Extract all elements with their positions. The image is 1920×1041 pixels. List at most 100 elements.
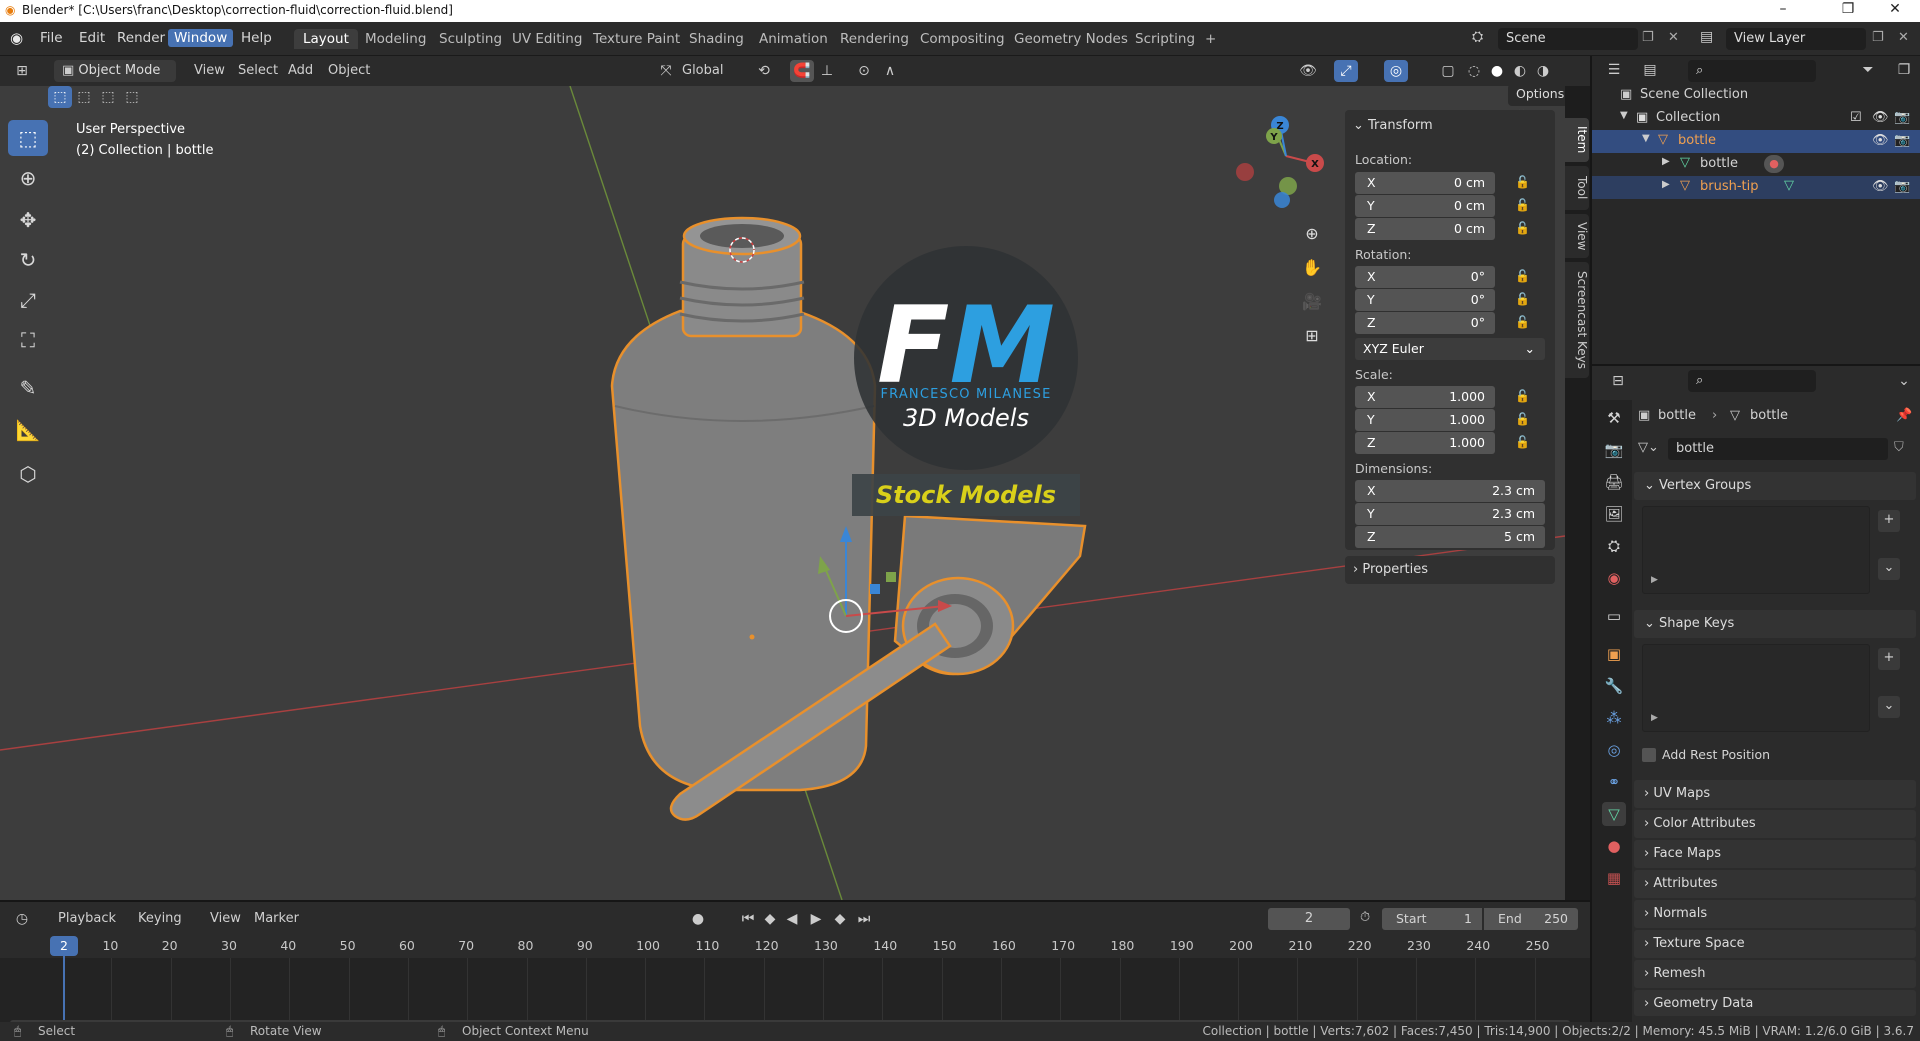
material-properties-icon[interactable]: ● bbox=[1602, 834, 1626, 858]
filter-icon[interactable]: ⏷ bbox=[1856, 59, 1880, 81]
jump-end-icon[interactable]: ⏭ bbox=[852, 908, 876, 930]
transform-tool-icon[interactable]: ⛶ bbox=[8, 322, 48, 358]
uv-maps-section[interactable]: › UV Maps bbox=[1634, 780, 1916, 808]
delete-scene-icon[interactable]: ✕ bbox=[1668, 30, 1679, 45]
geometry-data-section[interactable]: › Geometry Data bbox=[1634, 990, 1916, 1016]
rendered-shading-icon[interactable]: ◑ bbox=[1531, 60, 1555, 82]
world-properties-icon[interactable]: ◉ bbox=[1602, 566, 1626, 590]
outliner-row-brush-tip[interactable]: ▶ ▽ brush-tip ▽ 👁 📷 bbox=[1592, 176, 1920, 199]
expand-arrow-icon[interactable]: ▼ bbox=[1620, 110, 1628, 121]
camera-icon[interactable]: 📷 bbox=[1894, 179, 1910, 194]
tab-item[interactable]: Item bbox=[1565, 118, 1589, 162]
checkbox-icon[interactable]: ☑ bbox=[1850, 110, 1862, 125]
zoom-icon[interactable]: ⊕ bbox=[1298, 220, 1326, 248]
transform-section-header[interactable]: ⌄ Transform bbox=[1353, 118, 1433, 133]
add-shape-key-button[interactable]: + bbox=[1878, 648, 1900, 670]
jump-keyframe-back-icon[interactable]: ◆ bbox=[758, 908, 782, 930]
maximize-button[interactable]: ❐ bbox=[1825, 1, 1871, 17]
object-menu[interactable]: Object bbox=[320, 60, 378, 82]
timeline-track-area[interactable] bbox=[0, 958, 1590, 1028]
mesh-data-name-field[interactable]: bottle bbox=[1668, 438, 1888, 460]
jump-start-icon[interactable]: ⏮ bbox=[736, 908, 760, 930]
outliner-row-scene-collection[interactable]: ▣ Scene Collection bbox=[1592, 84, 1920, 107]
dimensions-x-field[interactable]: X 2.3 cm bbox=[1355, 480, 1545, 502]
new-collection-icon[interactable]: ❐ bbox=[1892, 59, 1916, 81]
select-menu[interactable]: Select bbox=[230, 60, 286, 82]
move-tool-icon[interactable]: ✥ bbox=[8, 202, 48, 238]
modifier-properties-icon[interactable]: 🔧 bbox=[1602, 674, 1626, 698]
menu-edit[interactable]: Edit bbox=[73, 29, 111, 47]
minimize-button[interactable]: – bbox=[1760, 1, 1806, 17]
face-maps-section[interactable]: › Face Maps bbox=[1634, 840, 1916, 868]
tab-tool[interactable]: Tool bbox=[1565, 166, 1589, 210]
shape-keys-list[interactable]: ▶ bbox=[1642, 644, 1870, 732]
end-frame-field[interactable]: End 250 bbox=[1484, 908, 1578, 930]
shape-keys-section[interactable]: ⌄ Shape Keys bbox=[1634, 610, 1916, 638]
properties-editor-icon[interactable]: ⊟ bbox=[1606, 370, 1630, 392]
cursor-tool-icon[interactable]: ⊕ bbox=[8, 160, 48, 196]
tab-uv-editing[interactable]: UV Editing bbox=[503, 29, 591, 49]
add-menu[interactable]: Add bbox=[280, 60, 321, 82]
dimensions-y-field[interactable]: Y 2.3 cm bbox=[1355, 503, 1545, 525]
tab-texture-paint[interactable]: Texture Paint bbox=[584, 29, 689, 49]
add-cube-tool-icon[interactable]: ⬡ bbox=[8, 456, 48, 492]
chevron-down-icon[interactable]: ⌄ bbox=[1878, 558, 1900, 580]
current-frame-field[interactable]: 2 bbox=[1268, 908, 1350, 930]
visibility-icon[interactable]: 👁 bbox=[1296, 60, 1320, 82]
camera-view-icon[interactable]: 🎥 bbox=[1298, 288, 1326, 316]
stopwatch-icon[interactable]: ⏱ bbox=[1360, 910, 1370, 925]
expand-arrow-icon[interactable]: ▶ bbox=[1662, 179, 1670, 190]
select-new-icon[interactable]: ⬚ bbox=[48, 86, 72, 108]
tab-compositing[interactable]: Compositing bbox=[911, 29, 1014, 49]
tab-layout[interactable]: Layout bbox=[294, 29, 358, 49]
vertex-groups-list[interactable]: ▶ bbox=[1642, 506, 1870, 594]
menu-help[interactable]: Help bbox=[235, 29, 278, 47]
vertex-groups-section[interactable]: ⌄ Vertex Groups bbox=[1634, 472, 1916, 500]
start-frame-field[interactable]: Start 1 bbox=[1382, 908, 1482, 930]
texture-properties-icon[interactable]: ▦ bbox=[1602, 866, 1626, 890]
playhead-line[interactable] bbox=[63, 956, 65, 1020]
lock-icon[interactable]: 🔓 bbox=[1515, 435, 1530, 449]
add-workspace-button[interactable]: + bbox=[1196, 29, 1225, 49]
scene-properties-icon[interactable]: ⛭ bbox=[1602, 534, 1626, 558]
outliner-row-collection[interactable]: ▼ ▣ Collection ☑ 👁 📷 bbox=[1592, 107, 1920, 130]
display-mode-icon[interactable]: ▤ bbox=[1638, 59, 1662, 81]
properties-section[interactable]: › Properties bbox=[1345, 556, 1555, 584]
pan-hand-icon[interactable]: ✋ bbox=[1298, 254, 1326, 282]
location-z-field[interactable]: Z0 cm bbox=[1355, 218, 1495, 240]
expand-arrow-icon[interactable]: ▶ bbox=[1662, 156, 1670, 167]
eye-icon[interactable]: 👁 bbox=[1872, 179, 1889, 194]
fake-user-shield-icon[interactable]: ⛉ bbox=[1894, 440, 1904, 455]
lock-icon[interactable]: 🔓 bbox=[1515, 175, 1530, 189]
3d-viewport[interactable]: FM FRANCESCO MILANESE 3D Models Stock Mo… bbox=[0, 86, 1565, 900]
view-menu-timeline[interactable]: View bbox=[202, 908, 249, 930]
menu-file[interactable]: File bbox=[34, 29, 69, 47]
new-view-layer-icon[interactable]: ❐ bbox=[1872, 30, 1884, 45]
physics-properties-icon[interactable]: ◎ bbox=[1602, 738, 1626, 762]
timeline-editor-icon[interactable]: ◷ bbox=[10, 908, 34, 930]
lock-icon[interactable]: 🔓 bbox=[1515, 269, 1530, 283]
play-reverse-icon[interactable]: ◀ bbox=[780, 908, 804, 930]
tab-screencast-keys[interactable]: Screencast Keys bbox=[1565, 262, 1589, 378]
tab-geometry-nodes[interactable]: Geometry Nodes bbox=[1005, 29, 1137, 49]
scale-y-field[interactable]: Y 1.000 bbox=[1355, 409, 1495, 431]
scale-tool-icon[interactable]: ⤢ bbox=[8, 282, 48, 318]
playback-menu[interactable]: Playback bbox=[50, 908, 124, 930]
tab-shading[interactable]: Shading bbox=[680, 29, 753, 49]
chevron-down-icon[interactable]: ⌄ bbox=[1878, 696, 1900, 718]
scene-selector[interactable]: Scene bbox=[1498, 28, 1638, 50]
gizmo-toggle-icon[interactable]: ⤢ bbox=[1334, 60, 1358, 82]
remesh-section[interactable]: › Remesh bbox=[1634, 960, 1916, 988]
output-properties-icon[interactable]: 🖨 bbox=[1602, 470, 1626, 494]
mode-selector[interactable]: ▣ Object Mode bbox=[54, 60, 176, 82]
falloff-icon[interactable]: ∧ bbox=[878, 60, 902, 82]
select-invert-icon[interactable]: ⬚ bbox=[120, 86, 144, 108]
view-layer-properties-icon[interactable]: 🖼 bbox=[1602, 502, 1626, 526]
lock-icon[interactable]: 🔓 bbox=[1515, 221, 1530, 235]
solid-shading-icon[interactable]: ● bbox=[1485, 60, 1509, 82]
outliner-editor-icon[interactable]: ☰ bbox=[1602, 59, 1626, 81]
outliner-row-bottle[interactable]: ▼ ▽ bottle 👁 📷 bbox=[1592, 130, 1920, 153]
tab-modeling[interactable]: Modeling bbox=[356, 29, 435, 49]
tab-rendering[interactable]: Rendering bbox=[831, 29, 918, 49]
view-layer-icon[interactable]: ▤ bbox=[1700, 29, 1713, 45]
